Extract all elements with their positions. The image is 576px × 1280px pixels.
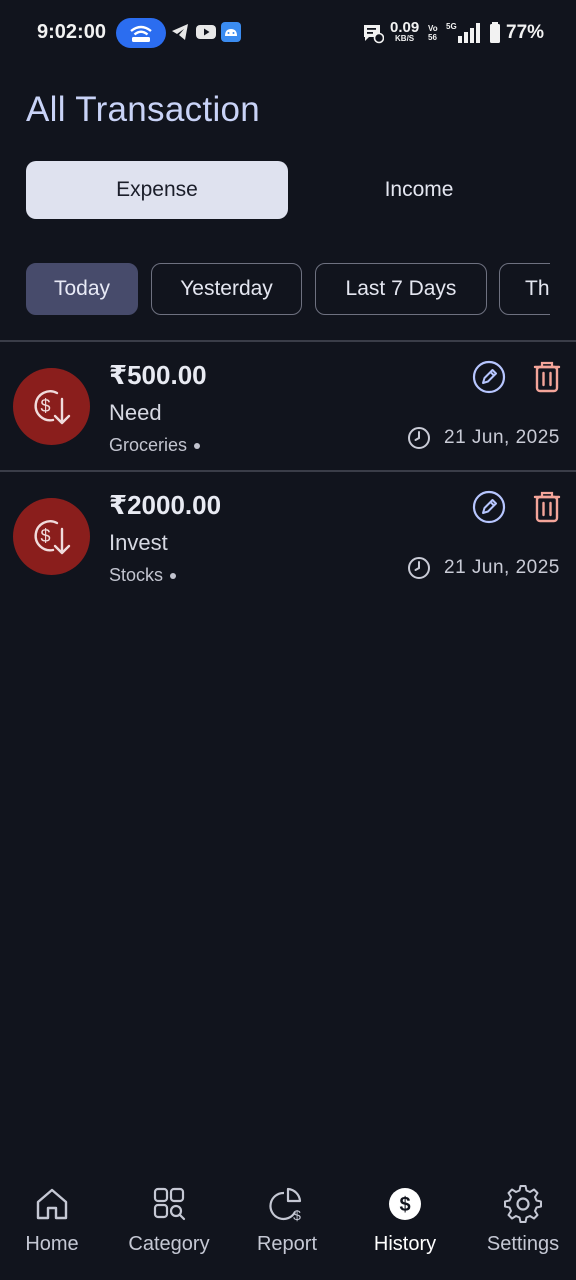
expense-avatar: $ <box>13 498 90 575</box>
delete-icon[interactable] <box>530 359 564 395</box>
svg-text:$: $ <box>40 526 50 546</box>
dollar-down-icon: $ <box>33 519 70 554</box>
tab-expense[interactable]: Expense <box>26 161 288 219</box>
volte-bottom: 56 <box>428 33 437 42</box>
page-title: All Transaction <box>26 90 261 129</box>
battery-percent: 77% <box>506 22 545 43</box>
status-bar: 9:02:00 0.09 KB/S Vo 56 5G 77% <box>0 0 576 66</box>
tab-expense-label: Expense <box>116 178 198 201</box>
nav-report[interactable]: $ Report <box>229 1182 345 1272</box>
category-dot <box>194 443 201 450</box>
gear-icon <box>504 1185 542 1223</box>
edit-icon[interactable] <box>472 360 506 394</box>
volte-top: Vo <box>428 24 438 33</box>
speed-value: 0.09 <box>390 19 420 36</box>
dollar-circle-icon: $ <box>389 1188 421 1220</box>
message-icon <box>364 25 384 44</box>
transaction-title: Need <box>109 400 162 425</box>
nav-settings-label: Settings <box>486 1233 560 1255</box>
chip-last-7-days[interactable]: Last 7 Days <box>315 263 487 315</box>
hotspot-icon <box>130 25 152 42</box>
chip-yesterday[interactable]: Yesterday <box>151 263 302 315</box>
tab-income-label: Income <box>384 178 454 201</box>
transaction-row[interactable]: $ ₹2000.00 Invest Stocks 21 Jun, 2025 <box>0 472 576 600</box>
dollar-down-icon: $ <box>33 389 70 424</box>
speed-unit: KB/S <box>395 34 415 43</box>
transaction-amount: ₹2000.00 <box>109 490 222 520</box>
transaction-title: Invest <box>109 530 168 555</box>
chip-today[interactable]: Today <box>26 263 138 315</box>
volte-indicator: Vo 56 <box>428 24 438 42</box>
category-dot <box>170 573 177 580</box>
report-icon: $ <box>269 1187 301 1223</box>
nav-report-label: Report <box>256 1233 318 1255</box>
transaction-category-label: Groceries <box>109 435 188 455</box>
svg-text:$: $ <box>40 396 50 416</box>
screen: 9:02:00 0.09 KB/S Vo 56 5G 77% All Trans… <box>0 0 576 1280</box>
battery-icon <box>490 22 500 43</box>
nav-settings[interactable]: Settings <box>465 1182 576 1272</box>
status-time: 9:02:00 <box>37 21 106 43</box>
chip-this-period-label: Th <box>525 277 550 300</box>
nav-home[interactable]: Home <box>0 1182 110 1272</box>
chip-today-label: Today <box>53 277 111 300</box>
transaction-date: 21 Jun, 2025 <box>444 427 560 448</box>
date-filter-row[interactable]: Today Yesterday Last 7 Days Th <box>26 263 550 315</box>
transaction-date: 21 Jun, 2025 <box>444 557 560 578</box>
home-icon <box>36 1188 68 1220</box>
bottom-nav: Home Category $ Report $ History Setting… <box>0 1160 576 1280</box>
transaction-row[interactable]: $ ₹500.00 Need Groceries 21 Jun, 2025 <box>0 342 576 470</box>
delete-icon[interactable] <box>530 489 564 525</box>
category-icon <box>153 1187 186 1221</box>
hotspot-indicator <box>116 18 166 48</box>
transaction-category: Groceries <box>109 435 201 456</box>
nav-history[interactable]: $ History <box>347 1182 463 1272</box>
tab-income[interactable]: Income <box>288 161 550 219</box>
svg-text:$: $ <box>293 1207 301 1223</box>
clock-icon <box>408 557 430 579</box>
chip-last-7-days-label: Last 7 Days <box>345 277 457 300</box>
network-speed: 0.09 KB/S <box>390 20 419 43</box>
svg-text:$: $ <box>399 1194 410 1216</box>
nav-category-label: Category <box>128 1233 210 1255</box>
nav-category[interactable]: Category <box>111 1182 227 1272</box>
nav-home-label: Home <box>25 1233 79 1255</box>
chip-this-period[interactable]: Th <box>499 263 550 315</box>
edit-icon[interactable] <box>472 490 506 524</box>
transaction-amount: ₹500.00 <box>109 360 207 390</box>
nav-history-label: History <box>373 1233 437 1255</box>
android-icon <box>221 22 241 42</box>
clock-icon <box>408 427 430 449</box>
expense-avatar: $ <box>13 368 90 445</box>
chip-yesterday-label: Yesterday <box>180 277 273 300</box>
telegram-icon <box>172 24 188 40</box>
youtube-icon <box>196 25 216 39</box>
transaction-category: Stocks <box>109 565 177 586</box>
signal-icon <box>458 23 480 43</box>
transaction-category-label: Stocks <box>109 565 164 585</box>
